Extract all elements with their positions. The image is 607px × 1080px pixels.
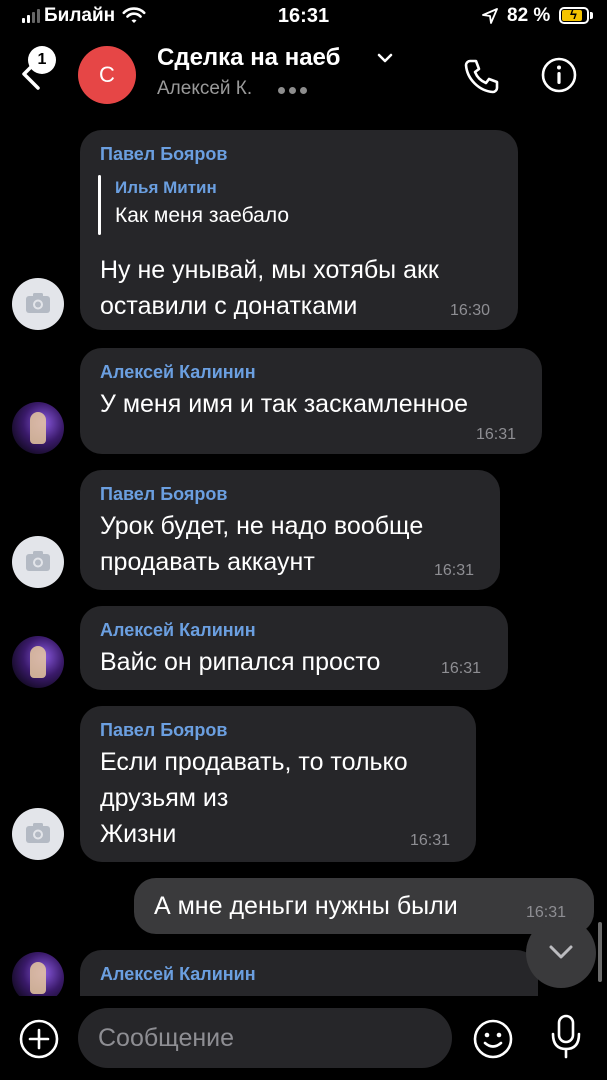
message-time: 16:31: [441, 660, 482, 677]
avatar[interactable]: [12, 952, 64, 996]
emoji-icon[interactable]: [472, 1018, 514, 1060]
reply-text: Как меня заебало: [115, 204, 289, 227]
user-photo: [30, 412, 46, 444]
microphone-icon[interactable]: [550, 1014, 582, 1060]
message-text-line: продавать аккаунт: [100, 548, 315, 576]
camera-icon: [26, 293, 50, 313]
message-author[interactable]: Алексей Калинин: [100, 620, 256, 641]
chat-avatar[interactable]: С: [78, 46, 136, 104]
user-photo: [30, 646, 46, 678]
message-bubble[interactable]: Павел Бояров Если продавать, то только д…: [80, 706, 476, 862]
battery-cap: [590, 12, 593, 19]
chevron-down-icon: [549, 945, 573, 959]
user-photo: [30, 962, 46, 994]
message-time: 16:31: [410, 832, 451, 849]
scrollbar[interactable]: [598, 922, 602, 982]
avatar[interactable]: [12, 278, 64, 330]
avatar[interactable]: [12, 808, 64, 860]
message-author[interactable]: Павел Бояров: [100, 720, 227, 741]
chat-subtitle: Алексей К.: [157, 78, 253, 99]
info-icon[interactable]: [540, 56, 578, 94]
message-text-line: А мне деньги нужны были: [154, 892, 458, 920]
message-text-line: Урок будет, не надо вообще: [100, 512, 424, 540]
chevron-down-icon[interactable]: [376, 52, 394, 64]
message-bubble[interactable]: Алексей Калинин Вайс он рипался просто 1…: [80, 606, 508, 690]
message-composer: [0, 996, 607, 1080]
avatar[interactable]: [12, 636, 64, 688]
message-bubble[interactable]: Павел Бояров Урок будет, не надо вообще …: [80, 470, 500, 590]
message-bubble[interactable]: Алексей Калинин У меня имя и так заскамл…: [80, 348, 542, 454]
message-text-line: У меня имя и так заскамленное: [100, 390, 469, 418]
message-text-line: Вайс он рипался просто: [100, 648, 381, 676]
message-author[interactable]: Павел Бояров: [100, 484, 227, 505]
message-text-line: Если продавать, то только: [100, 748, 408, 776]
message-text-line: оставили с донатками: [100, 292, 358, 320]
reply-author: Илья Митин: [115, 178, 217, 197]
phone-icon[interactable]: [462, 56, 502, 96]
message-time: 16:31: [476, 426, 517, 443]
message-time: 16:30: [450, 302, 491, 319]
message-author[interactable]: Алексей Калинин: [100, 362, 256, 383]
chat-header: 1 С Сделка на наеб Алексей К.: [0, 34, 607, 120]
status-bar: Билайн 16:31 82 % ϟ: [0, 0, 607, 34]
message-bubble-outgoing[interactable]: А мне деньги нужны были 16:31: [134, 878, 594, 934]
message-input[interactable]: [78, 1008, 452, 1068]
message-author[interactable]: Алексей Калинин: [100, 964, 256, 985]
battery-percent: 82 %: [507, 5, 551, 26]
message-time: 16:31: [434, 562, 475, 579]
scroll-down-button[interactable]: [526, 918, 596, 988]
message-text-line: друзьям из: [100, 784, 229, 812]
camera-icon: [26, 551, 50, 571]
camera-icon: [26, 823, 50, 843]
message-bubble[interactable]: Павел Бояров Илья Митин Как меня заебало…: [80, 130, 518, 330]
avatar[interactable]: [12, 402, 64, 454]
avatar[interactable]: [12, 536, 64, 588]
location-arrow-icon: [482, 8, 498, 24]
reply-quote-bar: [98, 175, 101, 235]
battery-charging-icon: ϟ: [559, 7, 589, 24]
plus-icon[interactable]: [18, 1018, 60, 1060]
message-text-line: Ну не унывай, мы хотябы акк: [100, 256, 439, 284]
message-text-line: Жизни: [100, 820, 177, 848]
message-author[interactable]: Павел Бояров: [100, 144, 227, 165]
message-list[interactable]: Павел Бояров Илья Митин Как меня заебало…: [0, 120, 607, 996]
unread-badge: 1: [28, 46, 56, 74]
message-bubble[interactable]: Алексей Калинин: [80, 950, 538, 996]
chat-title[interactable]: Сделка на наеб: [157, 44, 340, 72]
typing-dots-icon: [278, 87, 307, 94]
